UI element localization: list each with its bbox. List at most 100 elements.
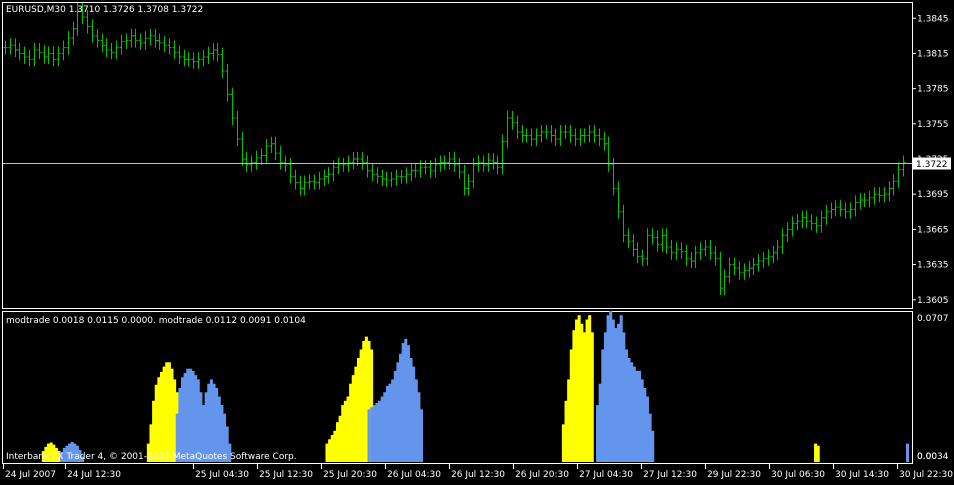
yellow-histogram-bar xyxy=(173,379,177,462)
blue-histogram-bar xyxy=(640,379,644,462)
price-bars xyxy=(3,3,906,296)
blue-histogram-bar xyxy=(209,379,213,462)
yellow-histogram-bar xyxy=(577,315,581,462)
yellow-histogram-bar xyxy=(328,439,332,462)
blue-histogram-bar xyxy=(186,368,190,462)
blue-histogram-bar xyxy=(191,370,195,462)
blue-histogram-bar xyxy=(417,392,421,462)
metatrader-chart-window: 1.38451.38151.37851.37551.37251.36951.36… xyxy=(0,0,954,485)
yellow-histogram-bar xyxy=(167,362,171,462)
yellow-histogram-bar xyxy=(575,319,579,462)
blue-histogram-bar xyxy=(194,375,198,462)
time-tick-label: 30 Jul 22:30 xyxy=(899,470,953,480)
copyright-text: Interbank FX Trader 4, © 2001-2007 MetaQ… xyxy=(6,452,297,462)
blue-histogram-bar xyxy=(420,409,424,462)
price-tick-label: 1.3635 xyxy=(917,261,949,271)
yellow-histogram-bar xyxy=(341,405,345,462)
yellow-histogram-bar xyxy=(588,315,592,462)
time-tick-label: 30 Jul 14:30 xyxy=(835,470,889,480)
time-tick-label: 26 Jul 12:30 xyxy=(451,470,505,480)
yellow-histogram-bar xyxy=(569,349,573,462)
blue-histogram-bar xyxy=(388,383,392,462)
yellow-histogram-bar xyxy=(343,400,347,462)
blue-histogram-bar xyxy=(598,383,602,462)
yellow-histogram-bar xyxy=(159,371,164,462)
yellow-histogram-bar xyxy=(572,330,576,462)
time-tick-label: 26 Jul 04:30 xyxy=(387,470,441,480)
yellow-histogram-bar xyxy=(356,358,361,462)
blue-histogram-bar xyxy=(624,349,628,462)
price-tick-label: 1.3785 xyxy=(917,85,949,95)
yellow-histogram-bar xyxy=(154,384,158,462)
indicator-header: modtrade 0.0018 0.0115 0.0000. modtrade … xyxy=(6,316,306,326)
blue-histogram-bar xyxy=(401,343,405,462)
price-tick-label: 1.3605 xyxy=(917,296,949,306)
blue-histogram-bar xyxy=(601,349,605,462)
blue-histogram-bar xyxy=(183,372,187,462)
blue-histogram-bar xyxy=(651,430,655,462)
blue-histogram-bar xyxy=(619,315,623,462)
yellow-histogram-bar xyxy=(335,422,340,462)
time-tick-label: 25 Jul 20:30 xyxy=(323,470,377,480)
current-price-line: 1.3722 xyxy=(3,157,951,170)
yellow-histogram-bar xyxy=(582,332,586,462)
main-chart-header: EURUSD,M30 1.3710 1.3726 1.3708 1.3722 xyxy=(6,5,204,15)
blue-histogram-bar xyxy=(906,443,910,462)
price-tick-label: 1.3815 xyxy=(917,49,949,59)
blue-histogram-bar xyxy=(412,366,416,462)
yellow-histogram-bar xyxy=(354,366,358,462)
chart-canvas[interactable]: 1.38451.38151.37851.37551.37251.36951.36… xyxy=(0,0,954,485)
blue-histogram-bar xyxy=(409,358,413,462)
yellow-histogram-bar xyxy=(816,445,820,462)
price-tick-label: 1.3695 xyxy=(917,190,949,200)
time-tick-label: 29 Jul 22:30 xyxy=(707,470,761,480)
yellow-histogram-bar xyxy=(590,332,594,462)
time-tick-label: 26 Jul 20:30 xyxy=(515,470,569,480)
yellow-histogram-bar xyxy=(170,368,174,462)
price-tick-label: 1.3845 xyxy=(917,14,949,24)
blue-histogram-bar xyxy=(638,370,642,462)
blue-histogram-bar xyxy=(632,366,636,462)
price-tick-label: 1.3755 xyxy=(917,120,949,130)
blue-histogram-bar xyxy=(196,379,200,462)
blue-histogram-bar xyxy=(643,387,647,462)
blue-histogram-bar xyxy=(393,370,397,462)
yellow-histogram-bar xyxy=(330,435,334,462)
yellow-histogram-bar xyxy=(325,443,329,462)
yellow-histogram-bar xyxy=(351,375,355,462)
blue-histogram-bar xyxy=(596,405,600,462)
blue-histogram-bar xyxy=(622,332,626,462)
blue-histogram-bar xyxy=(370,407,374,462)
time-tick-label: 25 Jul 12:30 xyxy=(259,470,313,480)
yellow-histogram-bar xyxy=(585,319,589,462)
blue-histogram-bar xyxy=(372,405,376,462)
time-tick-label: 27 Jul 12:30 xyxy=(643,470,697,480)
blue-histogram-bar xyxy=(614,328,618,462)
time-tick-label: 27 Jul 04:30 xyxy=(579,470,633,480)
yellow-histogram-bar xyxy=(814,443,818,462)
blue-histogram-bar xyxy=(645,396,649,462)
time-tick-label: 24 Jul 2007 xyxy=(5,470,56,480)
yellow-histogram-bar xyxy=(333,430,337,462)
blue-histogram-bar xyxy=(380,396,384,462)
blue-histogram-bar xyxy=(188,368,192,462)
blue-histogram-bar xyxy=(385,385,389,462)
blue-histogram-bar xyxy=(378,400,382,462)
blue-histogram-bar xyxy=(414,379,418,462)
yellow-histogram-bar xyxy=(564,400,568,462)
blue-histogram-bar xyxy=(391,379,395,462)
yellow-histogram-bar xyxy=(162,366,166,462)
indicator-overlay-label: 0.00 xyxy=(917,452,937,462)
indicator-max-label: 0.0707 xyxy=(917,314,949,324)
blue-histogram-bar xyxy=(212,383,216,462)
time-tick-label: 24 Jul 12:30 xyxy=(67,470,121,480)
indicator-panel-border xyxy=(2,311,913,464)
yellow-histogram-bar xyxy=(364,336,368,462)
yellow-histogram-bar xyxy=(561,424,565,462)
blue-histogram-bar xyxy=(180,377,185,462)
blue-histogram-bar xyxy=(215,387,219,462)
yellow-histogram-bar xyxy=(359,349,363,462)
blue-histogram-bar xyxy=(627,358,631,462)
blue-histogram-bar xyxy=(404,338,408,462)
indicator-axis: 0.07070.00340.00 xyxy=(917,314,949,462)
